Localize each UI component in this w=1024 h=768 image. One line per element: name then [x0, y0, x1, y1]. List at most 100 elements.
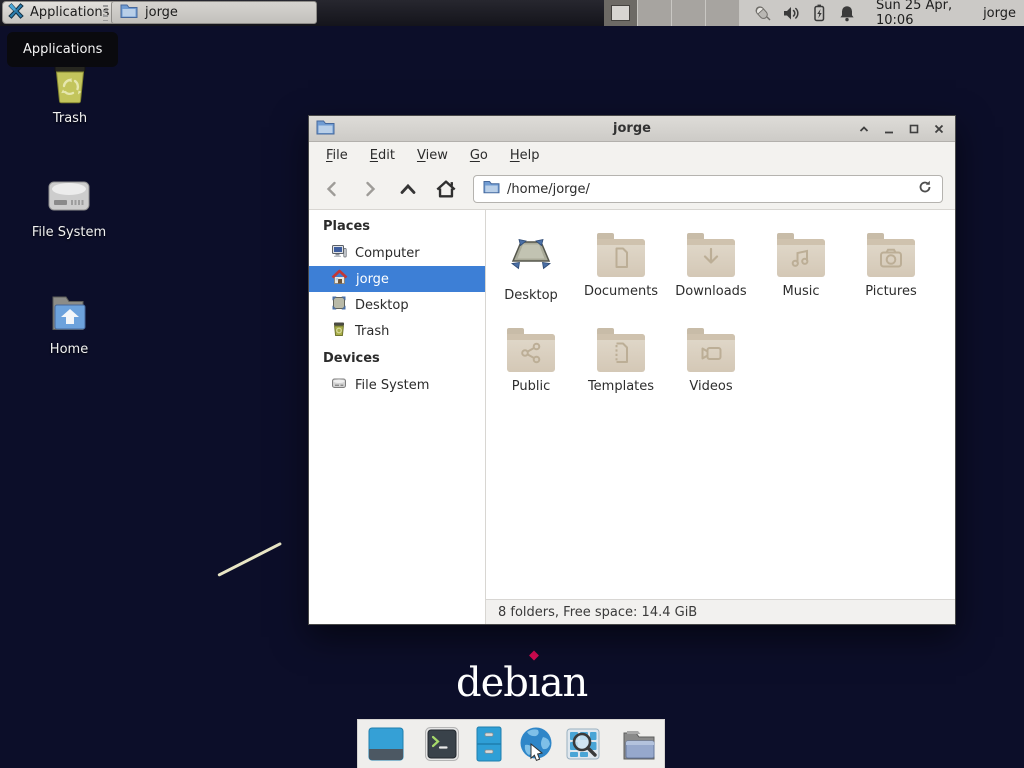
desktop-icon	[331, 295, 347, 315]
sidebar-item-label: File System	[355, 378, 429, 393]
reload-icon[interactable]	[917, 179, 933, 199]
bottom-dock	[357, 719, 665, 768]
file-item-pictures[interactable]: Pictures	[846, 220, 936, 315]
username-label[interactable]: jorge	[983, 6, 1016, 21]
menu-go[interactable]: Go	[470, 148, 488, 163]
taskbar-window-label: jorge	[145, 5, 178, 20]
computer-icon	[331, 243, 347, 263]
music-notes-glyph-icon	[787, 244, 815, 272]
template-glyph-icon	[607, 339, 635, 367]
trash-icon	[331, 321, 347, 341]
places-header: Places	[309, 212, 485, 240]
desktop-icon-file-system[interactable]: File System	[21, 174, 117, 240]
desktop-icon-label: File System	[32, 225, 106, 240]
show-desktop-icon[interactable]	[367, 724, 405, 764]
applications-tooltip: Applications	[7, 32, 118, 67]
path-text[interactable]: /home/jorge/	[507, 182, 910, 197]
panel-handle[interactable]	[103, 5, 108, 21]
status-text: 8 folders, Free space: 14.4 GiB	[498, 605, 697, 620]
file-cabinet-icon[interactable]	[470, 724, 508, 764]
menu-file[interactable]: File	[326, 148, 348, 163]
hard-drive-icon	[45, 174, 93, 222]
path-bar[interactable]: /home/jorge/	[473, 175, 943, 203]
file-item-label: Videos	[689, 379, 732, 394]
file-item-label: Public	[512, 379, 550, 394]
mouse-icon[interactable]	[752, 3, 772, 23]
sidebar-item-label: Computer	[355, 246, 420, 261]
sidebar-item-desktop[interactable]: Desktop	[309, 292, 485, 318]
desktop-icon-home[interactable]: Home	[21, 291, 117, 357]
volume-icon[interactable]	[781, 3, 801, 23]
file-item-desktop[interactable]: Desktop	[486, 220, 576, 315]
menu-edit[interactable]: Edit	[370, 148, 395, 163]
applications-menu-label: Applications	[30, 5, 109, 20]
file-item-label: Desktop	[504, 288, 558, 303]
sidebar-item-jorge[interactable]: jorge	[309, 266, 485, 292]
desktop-icon-trash[interactable]: Trash	[22, 58, 118, 126]
notifications-bell-icon[interactable]	[837, 3, 857, 23]
back-button[interactable]	[321, 178, 343, 200]
devices-header: Devices	[309, 344, 485, 372]
window-titlebar[interactable]: jorge	[309, 116, 955, 142]
shade-button[interactable]	[855, 120, 873, 138]
sidebar-item-label: Trash	[355, 324, 389, 339]
terminal-icon[interactable]	[423, 724, 461, 764]
tooltip-text: Applications	[23, 42, 102, 57]
file-item-documents[interactable]: Documents	[576, 220, 666, 315]
folder-icon	[120, 3, 138, 22]
home-icon	[331, 269, 348, 289]
wallpaper-swoosh	[217, 542, 282, 577]
file-item-downloads[interactable]: Downloads	[666, 220, 756, 315]
share-glyph-icon	[517, 339, 545, 367]
applications-menu-button[interactable]: Applications	[2, 1, 119, 24]
system-tray: Sun 25 Apr, 10:06 jorge	[740, 0, 1024, 26]
up-button[interactable]	[397, 178, 419, 200]
debian-red-diamond	[529, 651, 539, 661]
app-finder-icon[interactable]	[564, 724, 602, 764]
file-item-templates[interactable]: Templates	[576, 315, 666, 410]
home-button[interactable]	[435, 178, 457, 200]
taskbar-window-button[interactable]: jorge	[111, 1, 317, 24]
sidebar-item-file-system[interactable]: File System	[309, 372, 485, 398]
file-item-label: Pictures	[865, 284, 916, 299]
document-glyph-icon	[607, 244, 635, 272]
forward-button[interactable]	[359, 178, 381, 200]
workspace-2[interactable]	[638, 0, 672, 26]
file-manager-window: jorge File Edit View Go Help	[308, 115, 956, 625]
file-item-videos[interactable]: Videos	[666, 315, 756, 410]
close-button[interactable]	[930, 120, 948, 138]
workspace-1[interactable]	[604, 0, 638, 26]
video-camera-glyph-icon	[697, 339, 725, 367]
folder-icon	[687, 239, 735, 277]
file-item-music[interactable]: Music	[756, 220, 846, 315]
menu-view[interactable]: View	[417, 148, 448, 163]
sidebar-item-trash[interactable]: Trash	[309, 318, 485, 344]
workspace-4[interactable]	[706, 0, 740, 26]
folder-icon	[867, 239, 915, 277]
workspace-switcher[interactable]	[604, 0, 740, 26]
debian-wordmark: debıan	[456, 660, 587, 706]
sidebar-item-label: Desktop	[355, 298, 409, 313]
top-panel: Applications jorge	[0, 0, 1024, 26]
file-item-public[interactable]: Public	[486, 315, 576, 410]
desktop-icon-label: Home	[50, 342, 88, 357]
file-item-label: Documents	[584, 284, 658, 299]
folder-icon	[597, 239, 645, 277]
menu-help[interactable]: Help	[510, 148, 540, 163]
status-bar: 8 folders, Free space: 14.4 GiB	[486, 599, 955, 624]
file-item-label: Downloads	[675, 284, 746, 299]
battery-charging-icon[interactable]	[810, 3, 828, 23]
clock[interactable]: Sun 25 Apr, 10:06	[876, 0, 958, 28]
web-browser-icon[interactable]	[517, 724, 555, 764]
toolbar: /home/jorge/	[309, 169, 955, 210]
home-folder-icon	[45, 291, 93, 339]
folder-icon[interactable]	[620, 724, 658, 764]
maximize-button[interactable]	[905, 120, 923, 138]
down-arrow-glyph-icon	[697, 244, 725, 272]
workspace-3[interactable]	[672, 0, 706, 26]
sidebar-item-computer[interactable]: Computer	[309, 240, 485, 266]
workspace-window-preview	[611, 5, 630, 21]
desktop-icon-label: Trash	[53, 111, 87, 126]
minimize-button[interactable]	[880, 120, 898, 138]
file-view: Desktop Documents	[486, 210, 955, 624]
